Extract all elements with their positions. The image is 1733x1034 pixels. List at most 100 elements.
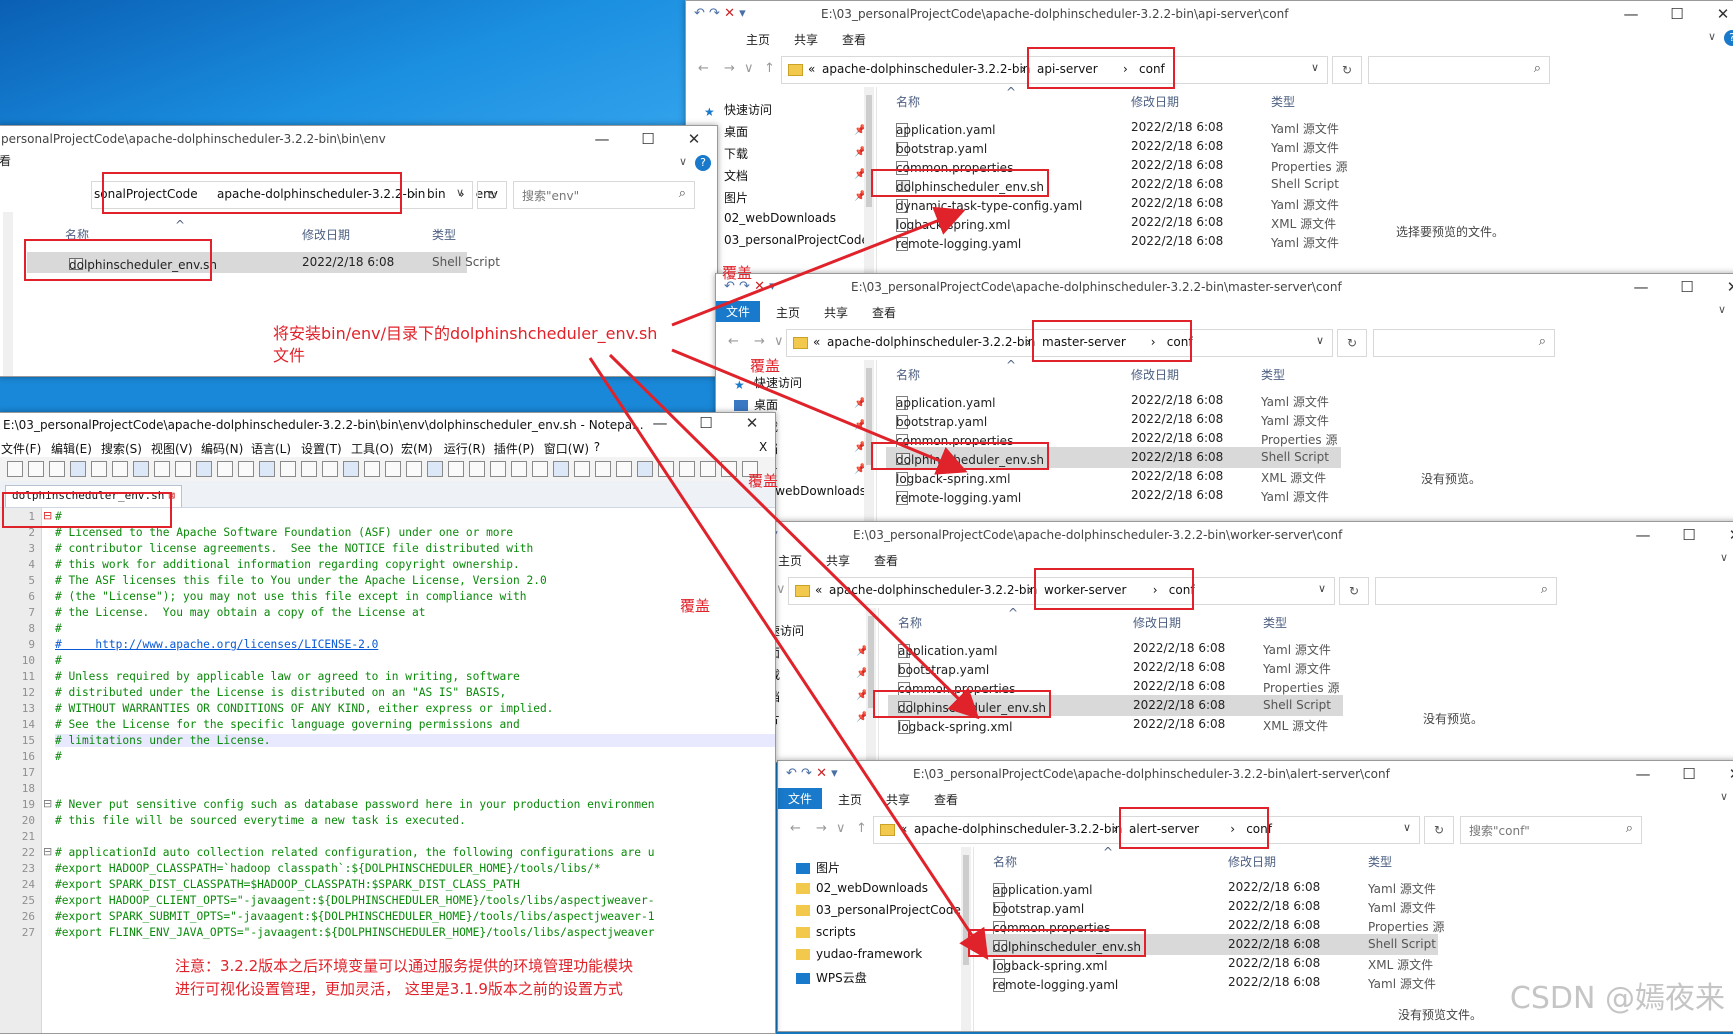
breadcrumb-item[interactable]: bin [427, 187, 446, 201]
column-header-date[interactable]: 修改日期 [1133, 614, 1181, 631]
nav-item[interactable]: 02_webDownloads [704, 211, 836, 225]
nav-item[interactable]: yudao-framework [796, 947, 922, 961]
column-header-type[interactable]: 类型 [1263, 614, 1287, 631]
toolbar-button-icon[interactable] [595, 461, 611, 477]
ribbon-home-tab[interactable]: 主页 [776, 304, 800, 321]
column-header-name[interactable]: 名称 [898, 614, 922, 631]
explorer-window-master[interactable]: ↶ ↷ ✕ ▾ E:\03_personalProjectCode\apache-… [715, 273, 1733, 523]
fold-toggle-icon[interactable]: ⊟ [43, 845, 52, 858]
fold-toggle-icon[interactable]: ⊟ [43, 797, 52, 810]
toolbar-button-icon[interactable] [70, 461, 86, 477]
ribbon-view-tab[interactable]: 查看 [842, 31, 866, 48]
menu-item[interactable]: 搜索(S) [101, 440, 142, 457]
file-row[interactable]: application.yaml 2022/2/18 6:08 Yaml 源文件 [886, 390, 1341, 411]
nav-item[interactable]: WPS云盘 [796, 969, 867, 986]
toolbar-button-icon[interactable] [511, 461, 527, 477]
nav-item[interactable]: scripts [796, 925, 856, 939]
address-dropdown-icon[interactable]: ∨ [1318, 582, 1326, 595]
back-icon[interactable]: ← [698, 61, 709, 76]
breadcrumb-item[interactable]: apache-dolphinscheduler-3.2.2-bin [822, 62, 1030, 76]
forward-icon[interactable]: → [816, 821, 827, 836]
toolbar-button-icon[interactable] [385, 461, 401, 477]
file-row[interactable]: bootstrap.yaml 2022/2/18 6:08 Yaml 源文件 [886, 409, 1341, 430]
min-button[interactable]: — [579, 129, 625, 149]
undo-icon[interactable]: ↶ [694, 6, 705, 21]
search-box[interactable]: ⌕ [1373, 329, 1555, 357]
help-icon[interactable]: ? [1724, 30, 1733, 46]
ribbon-expand-icon[interactable]: ∨ [1720, 551, 1728, 564]
explorer-window-api[interactable]: ↶ ↷ ✕ ▾ E:\03_personalProjectCode\apache-… [685, 0, 1733, 274]
menu-item[interactable]: 编码(N) [201, 440, 243, 457]
close-button[interactable]: ✕ [1712, 525, 1733, 545]
nav-item[interactable]: 02_webDownloads [796, 881, 928, 895]
toolbar-button-icon[interactable] [406, 461, 422, 477]
close-document-button[interactable]: X [759, 440, 767, 454]
close-button[interactable]: ✕ [671, 129, 717, 149]
toolbar-button-icon[interactable] [469, 461, 485, 477]
breadcrumb-overflow[interactable]: « [813, 335, 820, 349]
ribbon-expand-icon[interactable]: ∨ [1720, 790, 1728, 803]
toolbar-button-icon[interactable] [154, 461, 170, 477]
breadcrumb-overflow[interactable]: « [808, 62, 815, 76]
ribbon-home-tab[interactable]: 主页 [838, 791, 862, 808]
search-box[interactable]: ⌕ [1368, 56, 1550, 84]
menu-item[interactable]: 工具(O) [351, 440, 394, 457]
menu-item[interactable]: 语言(L) [251, 440, 291, 457]
ribbon-file-tab[interactable]: 文件 [778, 788, 823, 809]
toolbar-button-icon[interactable] [217, 461, 233, 477]
column-header-type[interactable]: 类型 [1368, 853, 1392, 870]
ribbon-view-tab[interactable]: 看 [0, 152, 717, 169]
column-header-name[interactable]: 名称 [993, 853, 1017, 870]
ribbon-view-tab[interactable]: 查看 [874, 552, 898, 569]
up-icon[interactable]: ↑ [764, 61, 775, 76]
back-icon[interactable]: ← [728, 334, 739, 349]
file-row[interactable]: remote-logging.yaml 2022/2/18 6:08 Yaml 源文… [886, 485, 1341, 506]
nav-item[interactable]: ★ 快速访问 [734, 374, 802, 392]
redo-icon[interactable]: ↷ [801, 766, 812, 781]
column-header-type[interactable]: 类型 [432, 226, 456, 243]
min-button[interactable]: — [1620, 525, 1666, 545]
breadcrumb-overflow[interactable]: « [900, 822, 907, 836]
toolbar-button-icon[interactable] [343, 461, 359, 477]
file-list[interactable]: 名称 修改日期 类型 ^ application.yaml 2022/2/18 6:08 Y… [888, 606, 1343, 762]
nav-item[interactable]: 03_personalProjectCode [704, 233, 869, 247]
close-button[interactable]: ✕ [729, 413, 775, 433]
ribbon-expand-icon[interactable]: ∨ [1718, 303, 1726, 316]
search-icon[interactable]: ⌕ [1539, 334, 1546, 349]
menu-item[interactable]: 运行(R) [444, 440, 486, 457]
file-row[interactable]: application.yaml 2022/2/18 6:08 Yaml 源文件 [983, 877, 1438, 898]
toolbar-button-icon[interactable] [721, 461, 737, 477]
ribbon-expand-icon[interactable]: ∨ [679, 155, 687, 168]
toolbar-button-icon[interactable] [49, 461, 65, 477]
breadcrumb-overflow[interactable]: « [815, 583, 822, 597]
ribbon-share-tab[interactable]: 共享 [794, 31, 818, 48]
file-list[interactable]: 名称 修改日期 类型 ^ dolphinscheduler_env.sh 2022/2/1… [27, 212, 500, 376]
refresh-button[interactable]: ↻ [1339, 577, 1369, 605]
max-button[interactable]: ☐ [1666, 525, 1712, 545]
ribbon-home-tab[interactable]: 主页 [778, 552, 802, 569]
menu-item[interactable]: 插件(P) [494, 440, 535, 457]
menu-item[interactable]: ? [594, 440, 600, 454]
redo-icon[interactable]: ↷ [709, 6, 720, 21]
breadcrumb-item[interactable]: apache-dolphinscheduler-3.2.2-bin [914, 822, 1122, 836]
history-icon[interactable]: ∨ [776, 582, 786, 597]
left-scrollbar[interactable] [3, 212, 13, 376]
dropdown-icon[interactable]: ▾ [739, 6, 746, 21]
address-dropdown-icon[interactable]: ∨ [1316, 334, 1324, 347]
close-button[interactable]: ✕ [1700, 4, 1733, 24]
menu-item[interactable]: 窗口(W) [544, 440, 589, 457]
toolbar-button-icon[interactable] [91, 461, 107, 477]
help-icon[interactable]: ? [695, 155, 711, 171]
toolbar-button-icon[interactable] [175, 461, 191, 477]
ribbon-expand-icon[interactable]: ∨ [1708, 30, 1716, 43]
delete-icon[interactable]: ✕ [724, 6, 735, 21]
toolbar-button-icon[interactable] [637, 461, 653, 477]
max-button[interactable]: ☐ [1666, 764, 1712, 784]
toolbar-button-icon[interactable] [700, 461, 716, 477]
nav-scrollbar[interactable] [864, 360, 874, 522]
menu-item[interactable]: 宏(M) [401, 440, 433, 457]
refresh-button[interactable]: ↻ [477, 181, 507, 209]
nav-item[interactable]: 桌面 [734, 396, 778, 413]
ribbon-share-tab[interactable]: 共享 [824, 304, 848, 321]
toolbar-button-icon[interactable] [238, 461, 254, 477]
